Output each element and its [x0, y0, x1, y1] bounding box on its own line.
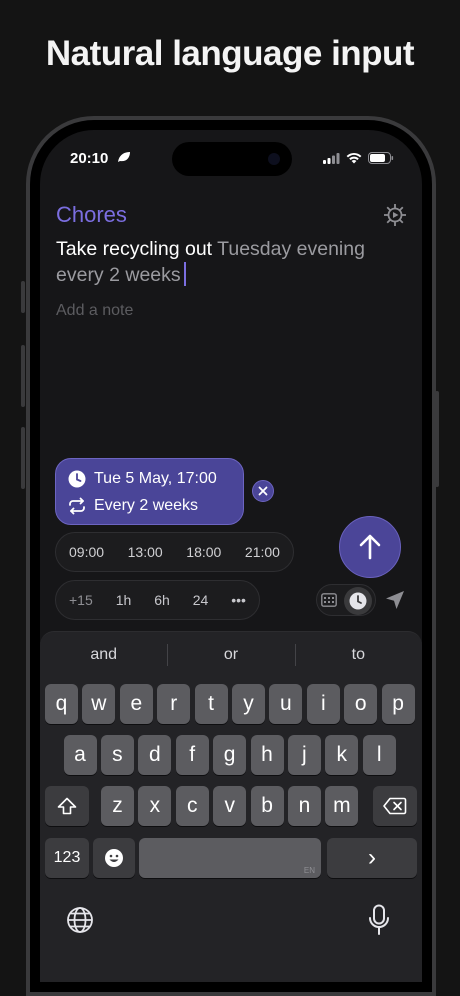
- keyboard-language: EN: [303, 866, 315, 875]
- key-t[interactable]: t: [194, 684, 228, 724]
- list-name[interactable]: Chores: [56, 202, 127, 228]
- status-time: 20:10: [70, 150, 109, 167]
- add-task-button[interactable]: [339, 516, 401, 578]
- settings-icon[interactable]: [382, 202, 408, 228]
- action-button: [21, 281, 25, 313]
- key-q[interactable]: q: [45, 684, 78, 724]
- delete-key[interactable]: [373, 786, 417, 826]
- key-s[interactable]: s: [100, 735, 134, 775]
- time-mode-button[interactable]: [344, 587, 372, 615]
- delete-icon: [383, 797, 407, 815]
- key-e[interactable]: e: [119, 684, 153, 724]
- key-b[interactable]: b: [250, 786, 284, 826]
- key-u[interactable]: u: [269, 684, 303, 724]
- quick-time-0900[interactable]: 09:00: [69, 544, 104, 560]
- key-j[interactable]: j: [287, 735, 321, 775]
- key-p[interactable]: p: [381, 684, 415, 724]
- clear-reminder-button[interactable]: [252, 480, 274, 502]
- parsed-date-token: Tuesday evening: [217, 238, 365, 260]
- volume-down-button: [21, 427, 25, 489]
- close-icon: [258, 486, 268, 496]
- key-c[interactable]: c: [175, 786, 209, 826]
- task-input[interactable]: Take recycling out Tuesday evening every…: [56, 236, 396, 288]
- key-m[interactable]: m: [325, 786, 359, 826]
- key-y[interactable]: y: [232, 684, 265, 724]
- quick-time-1300[interactable]: 13:00: [128, 544, 163, 560]
- phone-frame: 20:10 Chores Take recycling out Tuesday …: [26, 116, 436, 996]
- key-k[interactable]: k: [325, 735, 359, 775]
- numbers-key[interactable]: 123: [45, 838, 89, 878]
- shift-key[interactable]: [45, 786, 89, 826]
- wifi-icon: [346, 152, 362, 164]
- key-x[interactable]: x: [138, 786, 172, 826]
- key-n[interactable]: n: [288, 786, 321, 826]
- globe-icon[interactable]: [66, 906, 94, 934]
- suggestion-1[interactable]: and: [40, 632, 167, 678]
- quick-offsets-bar: +15 1h 6h 24 •••: [55, 580, 260, 620]
- key-g[interactable]: g: [213, 735, 247, 775]
- offset-15min[interactable]: +15: [69, 592, 93, 608]
- space-key[interactable]: EN: [139, 838, 321, 878]
- suggestion-3[interactable]: to: [294, 632, 422, 678]
- leaf-icon: [118, 152, 130, 162]
- arrow-up-icon: [359, 534, 381, 560]
- offset-24[interactable]: 24: [193, 592, 209, 608]
- quick-times-bar: 09:00 13:00 18:00 21:00: [55, 532, 294, 572]
- chip-date: Tue 5 May, 17:00: [94, 470, 217, 487]
- keyboard-suggestions: and or to: [40, 632, 422, 678]
- emoji-key[interactable]: [93, 838, 135, 878]
- offset-6h[interactable]: 6h: [154, 592, 170, 608]
- text-cursor: [183, 262, 186, 286]
- task-title: Take recycling out: [56, 238, 213, 260]
- location-arrow-icon[interactable]: [385, 590, 405, 610]
- repeat-icon: [69, 497, 85, 515]
- dynamic-island: [172, 142, 292, 176]
- return-key[interactable]: ›: [327, 838, 417, 878]
- signal-icon: [323, 152, 340, 164]
- volume-up-button: [21, 345, 25, 407]
- key-i[interactable]: i: [306, 684, 340, 724]
- key-a[interactable]: a: [63, 735, 97, 775]
- key-o[interactable]: o: [344, 684, 378, 724]
- reminder-chip[interactable]: Tue 5 May, 17:00 Every 2 weeks: [55, 458, 244, 525]
- clock-icon: [349, 592, 367, 610]
- more-offsets-button[interactable]: •••: [231, 592, 246, 608]
- headline: Natural language input: [45, 34, 415, 73]
- parsed-repeat-token: every 2 weeks: [56, 264, 181, 286]
- microphone-icon[interactable]: [368, 904, 390, 936]
- phone-screen: 20:10 Chores Take recycling out Tuesday …: [40, 130, 422, 982]
- chip-repeat: Every 2 weeks: [94, 497, 199, 514]
- shift-icon: [57, 797, 77, 815]
- key-l[interactable]: l: [362, 735, 396, 775]
- quick-time-2100[interactable]: 21:00: [245, 544, 280, 560]
- calendar-icon[interactable]: [321, 593, 337, 607]
- clock-icon: [68, 470, 86, 488]
- quick-time-1800[interactable]: 18:00: [186, 544, 221, 560]
- key-h[interactable]: h: [250, 735, 284, 775]
- key-w[interactable]: w: [82, 684, 116, 724]
- keyboard: and or to qwertyuiop asdfghjkl zxcvbnm 1…: [40, 631, 422, 982]
- key-r[interactable]: r: [157, 684, 191, 724]
- key-d[interactable]: d: [138, 735, 172, 775]
- key-z[interactable]: z: [101, 786, 134, 826]
- suggestion-2[interactable]: or: [167, 632, 294, 678]
- emoji-icon: [105, 849, 123, 867]
- key-v[interactable]: v: [213, 786, 247, 826]
- offset-1h[interactable]: 1h: [116, 592, 132, 608]
- battery-icon: [368, 152, 394, 164]
- note-input[interactable]: Add a note: [56, 302, 133, 320]
- key-f[interactable]: f: [175, 735, 209, 775]
